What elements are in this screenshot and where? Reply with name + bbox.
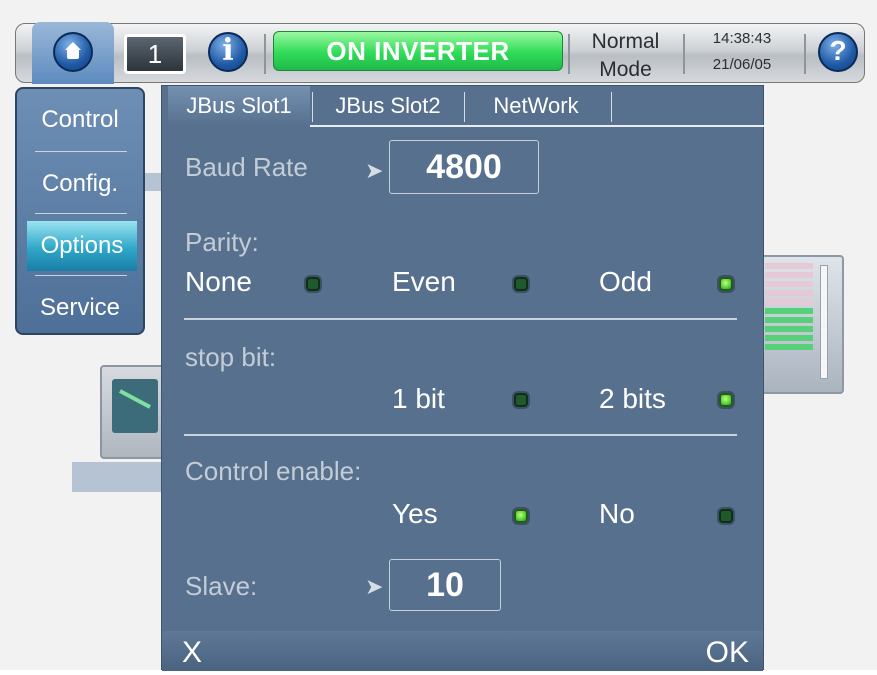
menu-item-config[interactable]: Config. <box>17 159 143 209</box>
waveform-icon: 1 <box>147 39 163 69</box>
control-enable-label: Control enable: <box>185 456 362 486</box>
baud-rate-label: Baud Rate <box>185 152 308 182</box>
parity-even-led[interactable] <box>514 277 528 291</box>
stop-bit-2-label: 2 bits <box>599 383 666 414</box>
side-menu: Control Config. Options Service <box>15 87 145 335</box>
tab-divider <box>611 92 612 122</box>
battery-graphic <box>760 255 844 394</box>
menu-divider <box>35 213 127 214</box>
control-enable-no-led[interactable] <box>719 509 733 523</box>
control-enable-no-label: No <box>599 498 635 529</box>
tab-bar: JBus Slot1 JBus Slot2 NetWork <box>162 86 765 127</box>
topbar-divider <box>568 34 570 74</box>
dialog-footer: X OK <box>162 631 763 671</box>
stop-bit-2-led[interactable] <box>719 393 733 407</box>
baud-rate-field[interactable]: 4800 <box>389 140 539 194</box>
time-text: 14:38:43 <box>712 30 772 47</box>
battery-level-stack <box>765 263 813 353</box>
parity-label: Parity: <box>185 227 259 257</box>
home-icon <box>65 42 81 59</box>
ok-button[interactable]: OK <box>706 631 749 671</box>
stop-bit-1-label: 1 bit <box>392 383 445 414</box>
topbar-divider <box>683 34 685 74</box>
clock-display: 14:38:43 21/06/05 <box>692 26 792 78</box>
battery-side-gauge <box>820 265 828 379</box>
section-divider <box>184 434 737 436</box>
parity-even-label: Even <box>392 266 456 297</box>
background-panel <box>142 173 162 191</box>
parity-odd-led[interactable] <box>719 277 733 291</box>
slave-label: Slave: <box>185 571 258 601</box>
control-enable-yes-label: Yes <box>392 498 438 529</box>
parity-none-label: None <box>185 266 252 297</box>
section-divider <box>184 318 737 320</box>
tab-jbus-slot2[interactable]: JBus Slot2 <box>314 86 462 126</box>
mode-line1: Normal <box>591 30 660 53</box>
background-bar <box>72 462 162 492</box>
info-button[interactable]: i <box>208 32 248 72</box>
tab-network[interactable]: NetWork <box>466 86 606 126</box>
slave-field[interactable]: 10 <box>389 559 501 611</box>
tab-underline <box>310 125 765 127</box>
home-button[interactable] <box>53 32 93 72</box>
arrow-icon: ➤ <box>365 574 384 599</box>
control-enable-yes-led[interactable] <box>514 509 528 523</box>
tab-divider <box>312 92 313 122</box>
date-text: 21/06/05 <box>712 56 772 73</box>
topbar-divider <box>264 34 266 74</box>
status-indicator: ON INVERTER <box>273 31 563 71</box>
options-dialog: JBus Slot1 JBus Slot2 NetWork Baud Rate … <box>161 85 765 671</box>
help-button[interactable]: ? <box>818 32 858 72</box>
parity-odd-label: Odd <box>599 266 652 297</box>
menu-divider <box>35 151 127 152</box>
parity-none-led[interactable] <box>306 277 320 291</box>
menu-divider <box>35 275 127 276</box>
waveform-button[interactable]: 1 <box>124 34 186 74</box>
tab-jbus-slot1[interactable]: JBus Slot1 <box>168 86 310 126</box>
menu-item-options[interactable]: Options <box>27 221 137 271</box>
stop-bit-1-led[interactable] <box>514 393 528 407</box>
mode-line2: Mode <box>599 58 652 81</box>
stop-bit-label: stop bit: <box>185 342 277 372</box>
topbar-divider <box>804 34 806 74</box>
menu-item-control[interactable]: Control <box>17 95 143 145</box>
info-icon: i <box>222 33 234 68</box>
tab-divider <box>464 92 465 122</box>
menu-item-service[interactable]: Service <box>17 283 143 333</box>
device-screen-graphic <box>112 379 158 433</box>
cancel-button[interactable]: X <box>182 631 202 671</box>
mode-display: Normal Mode <box>578 28 673 84</box>
arrow-icon: ➤ <box>365 158 384 183</box>
help-icon: ? <box>829 35 847 66</box>
